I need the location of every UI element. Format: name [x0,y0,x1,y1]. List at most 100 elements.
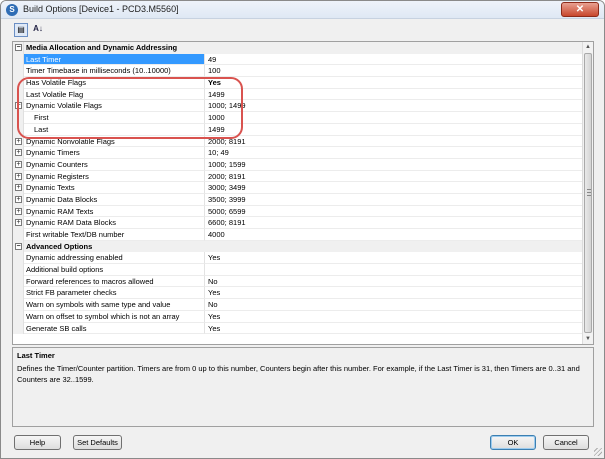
row-margin: − [13,100,24,113]
row-margin [13,252,24,265]
property-name: Dynamic Registers [24,170,205,183]
property-name: Warn on symbols with same type and value [24,299,205,311]
property-value[interactable]: 1000; 1499 [205,100,583,113]
property-value[interactable]: Yes [205,323,583,335]
property-value[interactable]: 3500; 3999 [205,194,583,206]
expand-icon[interactable]: + [15,184,22,192]
property-value[interactable]: 5000; 6599 [205,206,583,218]
property-row[interactable]: Forward references to macros allowed No [13,275,583,288]
vertical-scrollbar[interactable]: ▲ ▼ [582,42,593,344]
property-value[interactable]: 3000; 3499 [205,182,583,194]
category-row[interactable]: − Media Allocation and Dynamic Addressing [13,42,583,54]
property-value[interactable]: No [205,276,583,288]
property-row[interactable]: Timer Timebase in milliseconds (10..1000… [13,65,583,78]
property-value[interactable]: 100 [205,65,583,78]
property-value[interactable]: 2000; 8191 [205,171,583,183]
property-row[interactable]: Last 1499 [13,123,583,136]
expand-icon[interactable]: + [15,219,22,227]
row-margin [13,229,24,241]
ok-button[interactable]: OK [490,435,536,450]
property-row[interactable]: Additional build options [13,264,583,276]
collapse-icon[interactable]: − [15,44,22,51]
scroll-down-icon[interactable]: ▼ [583,334,593,344]
property-row[interactable]: Last Volatile Flag 1499 [13,88,583,101]
property-row[interactable]: Has Volatile Flags Yes [13,77,583,89]
close-button[interactable]: ✕ [561,2,599,17]
row-margin [13,322,24,335]
scrollbar-thumb[interactable] [584,53,592,333]
property-row[interactable]: + Dynamic Nonvolatile Flags 2000; 8191 [13,135,583,148]
property-value[interactable]: 1499 [205,89,583,101]
property-row[interactable]: + Dynamic Registers 2000; 8191 [13,170,583,183]
property-row[interactable]: First 1000 [13,112,583,124]
row-margin: + [13,135,24,148]
property-name: Dynamic Data Blocks [24,193,205,206]
collapse-icon[interactable]: − [15,242,22,250]
property-name: Dynamic Counters [24,158,205,171]
property-name: Dynamic Texts [24,182,205,194]
property-row[interactable]: Dynamic addressing enabled Yes [13,252,583,265]
row-margin [13,77,24,89]
property-grid[interactable]: − Media Allocation and Dynamic Addressing… [12,41,594,345]
property-row[interactable]: + Dynamic Data Blocks 3500; 3999 [13,193,583,206]
property-value[interactable]: Yes [205,77,583,89]
property-value[interactable]: 1000 [205,112,583,124]
property-grid-toolbar: ▤ A↓ [1,20,604,40]
row-margin: + [13,217,24,229]
property-name: Dynamic RAM Texts [24,205,205,218]
property-row[interactable]: + Dynamic RAM Texts 5000; 6599 [13,205,583,218]
property-value[interactable] [205,264,583,276]
property-row[interactable]: − Dynamic Volatile Flags 1000; 1499 [13,100,583,113]
property-value[interactable]: Yes [205,287,583,300]
alphabetical-view-button[interactable]: A↓ [31,23,45,37]
property-value[interactable]: Yes [205,252,583,265]
expand-icon[interactable]: + [15,172,22,180]
resize-grip-icon[interactable] [594,448,602,456]
property-row[interactable]: Strict FB parameter checks Yes [13,287,583,300]
scroll-up-icon[interactable]: ▲ [583,42,593,52]
property-row[interactable]: Generate SB calls Yes [13,322,583,335]
property-value[interactable]: 10; 49 [205,147,583,159]
property-name: Dynamic Timers [24,147,205,159]
property-name: Has Volatile Flags [24,77,205,89]
property-value[interactable]: No [205,299,583,311]
property-name: Additional build options [24,264,205,276]
cancel-button[interactable]: Cancel [543,435,589,450]
category-row[interactable]: − Advanced Options [13,240,583,253]
property-value[interactable]: 1000; 1599 [205,159,583,171]
property-row[interactable]: + Dynamic Timers 10; 49 [13,147,583,159]
row-margin: − [13,42,24,54]
row-margin [13,53,24,66]
expand-icon[interactable]: + [15,207,22,215]
row-margin: − [13,240,24,253]
set-defaults-button[interactable]: Set Defaults [73,435,122,450]
property-name: First [24,112,205,124]
property-name: Last Timer [24,53,205,66]
expand-icon[interactable]: + [15,195,22,203]
help-button[interactable]: Help [14,435,61,450]
expand-icon[interactable]: + [15,137,22,145]
description-title: Last Timer [17,351,55,360]
categorized-icon: ▤ [17,25,25,34]
property-value[interactable]: Yes [205,311,583,323]
property-value[interactable]: 6600; 8191 [205,217,583,229]
property-value[interactable]: 4000 [205,229,583,241]
property-row[interactable]: + Dynamic RAM Data Blocks 6600; 8191 [13,217,583,229]
property-value[interactable]: 49 [205,54,583,66]
property-row[interactable]: + Dynamic Counters 1000; 1599 [13,158,583,171]
expand-icon[interactable]: + [15,160,22,168]
property-row[interactable]: + Dynamic Texts 3000; 3499 [13,182,583,194]
sort-alphabetical-icon: A↓ [33,24,43,33]
property-value[interactable]: 2000; 8191 [205,136,583,148]
collapse-icon[interactable]: − [15,102,22,110]
property-value[interactable]: 1499 [205,124,583,136]
property-row[interactable]: Last Timer 49 [13,53,583,66]
property-row[interactable]: First writable Text/DB number 4000 [13,229,583,241]
property-row[interactable]: Warn on offset to symbol which is not an… [13,310,583,323]
expand-icon[interactable]: + [15,149,22,157]
row-margin [13,310,24,323]
property-row[interactable]: Warn on symbols with same type and value… [13,299,583,311]
categorized-view-button[interactable]: ▤ [14,23,28,37]
title-bar[interactable]: S Build Options [Device1 - PCD3.M5560] ✕ [1,1,604,19]
description-panel: Last Timer Defines the Timer/Counter par… [12,347,594,427]
